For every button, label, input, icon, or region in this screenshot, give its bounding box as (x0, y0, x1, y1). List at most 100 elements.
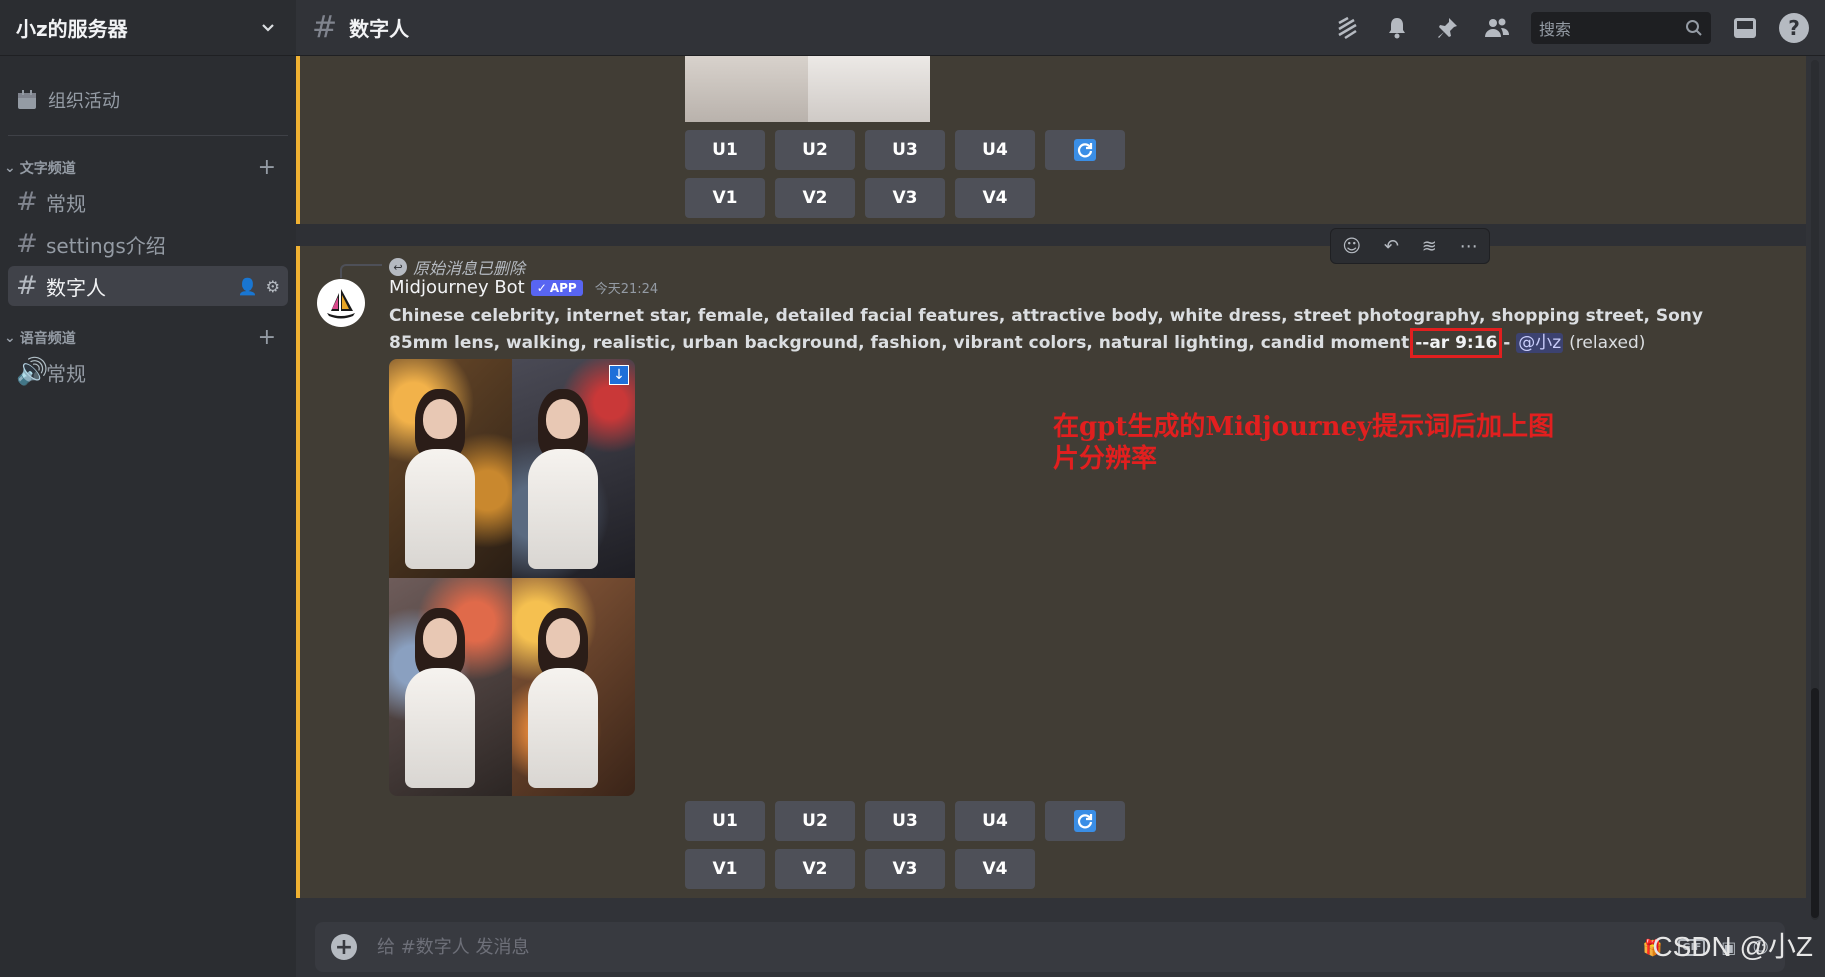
channel-title: 数字人 (349, 17, 410, 41)
reply-reference[interactable]: ↩ 原始消息已删除 (389, 255, 525, 279)
download-icon[interactable]: ↓ (609, 365, 629, 385)
image-grid-preview[interactable] (685, 56, 930, 122)
variation-2-button[interactable]: V2 (775, 178, 855, 218)
hash-icon: # (312, 10, 338, 45)
emoji-reaction-icon[interactable]: ☺ (1342, 236, 1361, 257)
voice-channel-general[interactable]: 🔊 常规 (8, 352, 288, 392)
message-content: Chinese celebrity, internet star, female… (389, 303, 1709, 358)
refresh-icon (1074, 139, 1096, 161)
search-input[interactable]: 搜索 (1531, 11, 1711, 44)
add-channel-icon[interactable]: + (258, 157, 276, 179)
inbox-icon[interactable] (1729, 12, 1761, 44)
category-label: 语音频道 (19, 331, 76, 347)
message-input[interactable] (377, 936, 1643, 958)
midjourney-logo-icon (327, 289, 355, 319)
reply-text: 原始消息已删除 (413, 259, 526, 278)
gear-icon[interactable]: ⚙ (266, 277, 280, 296)
variation-1-button[interactable]: V1 (685, 178, 765, 218)
category-text-channels[interactable]: ⌄ 文字频道 + (0, 156, 296, 180)
author-name[interactable]: Midjourney Bot (389, 277, 525, 298)
app-badge: ✓ APP (530, 279, 583, 296)
search-placeholder: 搜索 (1539, 19, 1572, 39)
events-label: 组织活动 (48, 90, 120, 112)
hash-icon: # (16, 187, 38, 217)
watermark: CSDN @小Z (1652, 931, 1813, 962)
channel-label: 数字人 (46, 275, 106, 300)
thread-icon[interactable]: ≋ (1422, 236, 1437, 257)
channel-item-settings[interactable]: # settings介绍 (8, 224, 288, 264)
aspect-ratio-param: --ar 9:16 (1410, 328, 1503, 358)
scrollbar[interactable] (1811, 60, 1819, 920)
search-icon (1686, 19, 1702, 36)
bot-message: ↩ 原始消息已删除 Midjourney Bot ✓ APP 今天21:24 Ch… (296, 246, 1806, 898)
chevron-down-icon (262, 23, 274, 32)
message-list: U1 U2 U3 U4 V1 V2 V3 V4 ↩ 原始消息已删除 Midjou… (296, 56, 1808, 898)
upscale-1-button[interactable]: U1 (685, 801, 765, 841)
previous-message: U1 U2 U3 U4 V1 V2 V3 V4 (296, 56, 1806, 224)
add-channel-icon[interactable]: + (258, 327, 276, 349)
variation-4-button[interactable]: V4 (955, 849, 1035, 889)
separator: - (1497, 333, 1517, 353)
generated-image-grid[interactable]: ↓ (389, 359, 635, 796)
variation-1-button[interactable]: V1 (685, 849, 765, 889)
image-cell-1 (389, 359, 512, 578)
scroll-thumb[interactable] (1811, 688, 1819, 918)
upscale-4-button[interactable]: U4 (955, 801, 1035, 841)
hash-icon: # (16, 271, 38, 301)
more-icon[interactable]: ⋯ (1460, 236, 1478, 257)
message-divider (296, 224, 1806, 246)
app-badge-label: APP (549, 280, 577, 295)
annotation-line-2: 片分辨率 (1053, 444, 1158, 474)
reroll-button[interactable] (1045, 130, 1125, 170)
invite-member-icon[interactable]: 👤 (238, 277, 258, 296)
threads-icon[interactable] (1331, 12, 1363, 44)
channel-label: 常规 (46, 361, 86, 386)
add-attachment-icon[interactable]: + (331, 934, 357, 960)
hash-icon: # (16, 229, 38, 259)
upscale-2-button[interactable]: U2 (775, 801, 855, 841)
upscale-2-button[interactable]: U2 (775, 130, 855, 170)
channel-label: settings介绍 (46, 233, 166, 258)
server-header[interactable]: 小z的服务器 (0, 0, 296, 56)
bell-icon[interactable] (1381, 12, 1413, 44)
channel-label: 常规 (46, 191, 86, 216)
variation-3-button[interactable]: V3 (865, 849, 945, 889)
message-hover-toolbar: ☺ ↶ ≋ ⋯ (1330, 228, 1490, 264)
image-cell-2: ↓ (512, 359, 635, 578)
pin-icon[interactable] (1431, 12, 1463, 44)
help-icon[interactable]: ? (1779, 12, 1809, 43)
channel-header: # 数字人 搜索 ? (296, 0, 1825, 56)
image-cell-3 (389, 577, 512, 796)
upscale-4-button[interactable]: U4 (955, 130, 1035, 170)
annotation-note: 在gpt生成的Midjourney提示词后加上图 片分辨率 (1053, 411, 1613, 475)
action-buttons: U1 U2 U3 U4 V1 V2 V3 V4 (685, 130, 1125, 218)
message-composer: + 🎁 GIF ▣ ☺ (315, 922, 1785, 972)
events-item[interactable]: 组织活动 (8, 64, 288, 136)
variation-4-button[interactable]: V4 (955, 178, 1035, 218)
upscale-1-button[interactable]: U1 (685, 130, 765, 170)
user-mention[interactable]: @小z (1516, 333, 1564, 353)
chevron-down-icon: ⌄ (4, 330, 16, 346)
reply-arrow-icon: ↩ (389, 258, 407, 276)
server-name: 小z的服务器 (16, 17, 128, 41)
reply-connector (340, 264, 382, 278)
calendar-icon (18, 89, 36, 109)
upscale-3-button[interactable]: U3 (865, 130, 945, 170)
timestamp: 今天21:24 (594, 282, 659, 297)
channel-item-general[interactable]: # 常规 (8, 182, 288, 222)
upscale-3-button[interactable]: U3 (865, 801, 945, 841)
checkmark-icon: ✓ (536, 280, 547, 295)
variation-2-button[interactable]: V2 (775, 849, 855, 889)
reply-icon[interactable]: ↶ (1384, 236, 1399, 257)
refresh-icon (1074, 810, 1096, 832)
variation-3-button[interactable]: V3 (865, 178, 945, 218)
speaker-icon: 🔊 (16, 357, 49, 387)
channel-item-digital-human[interactable]: # 数字人 👤 ⚙ (8, 266, 288, 306)
category-voice-channels[interactable]: ⌄ 语音频道 + (0, 326, 296, 350)
reroll-button[interactable] (1045, 801, 1125, 841)
action-buttons: U1 U2 U3 U4 V1 V2 V3 V4 (685, 801, 1125, 889)
annotation-line-1: 在gpt生成的Midjourney提示词后加上图 (1053, 412, 1555, 442)
avatar[interactable] (317, 279, 365, 327)
message-header: Midjourney Bot ✓ APP 今天21:24 (389, 277, 658, 298)
members-icon[interactable] (1481, 12, 1513, 44)
